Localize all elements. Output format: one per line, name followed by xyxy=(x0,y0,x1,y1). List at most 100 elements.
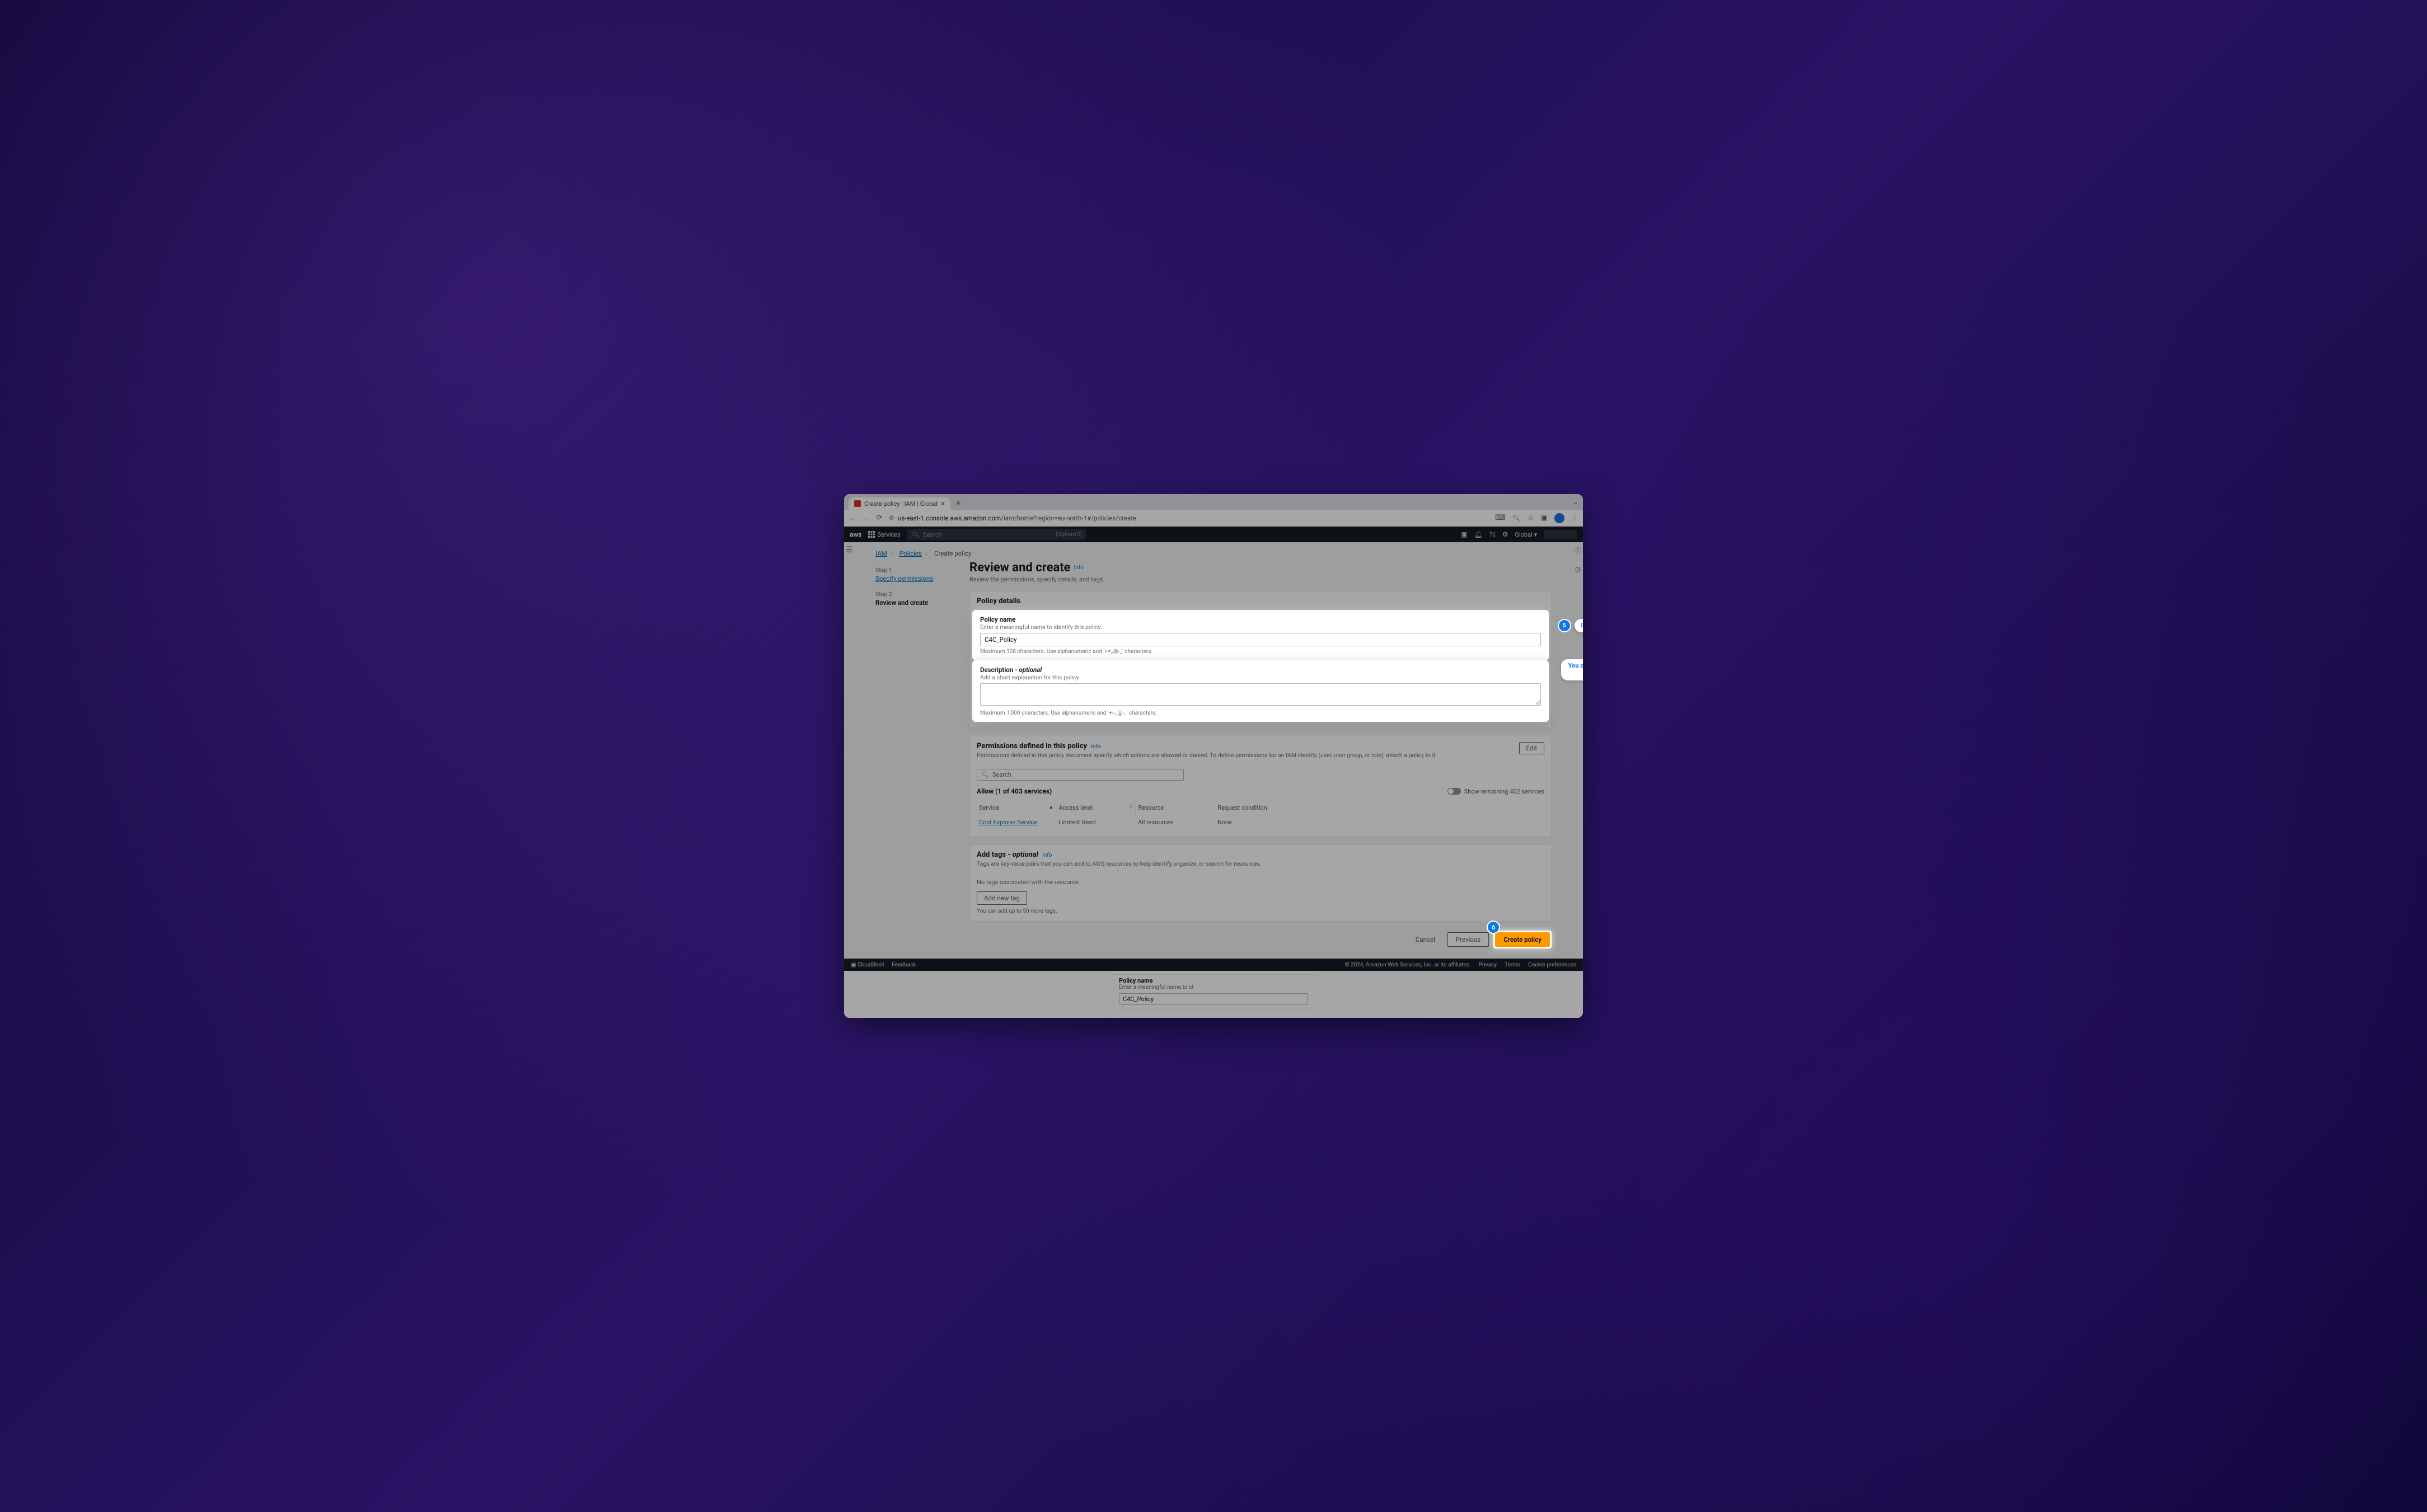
search-shortcut: [Option+S] xyxy=(1056,532,1082,538)
aws-top-nav: aws Services 🔍︎ Search [Option+S] ▣ 🔔︎ ?… xyxy=(844,527,1583,542)
allow-count: Allow (1 of 403 services) xyxy=(977,787,1052,795)
back-icon[interactable]: ← xyxy=(849,514,856,522)
policy-description-input[interactable] xyxy=(980,683,1541,706)
permissions-panel: Edit Permissions defined in this policy … xyxy=(969,736,1552,837)
cloudshell-icon[interactable]: ▣ xyxy=(1461,530,1467,538)
policy-details-header: Policy details xyxy=(970,591,1551,611)
policy-description-label: Description - optional xyxy=(980,666,1541,674)
copyright: © 2024, Amazon Web Services, Inc. or its… xyxy=(1345,962,1471,968)
settings-icon[interactable]: ⚙ xyxy=(1502,530,1508,538)
show-remaining-toggle[interactable] xyxy=(1447,788,1461,795)
search-placeholder: Search xyxy=(923,531,942,538)
policy-name-label: Policy name xyxy=(980,616,1541,623)
url-bar[interactable]: ⚙ us-east-1.console.aws.amazon.com/iam/h… xyxy=(889,514,1489,522)
profile-avatar[interactable]: • xyxy=(1554,513,1564,523)
aws-logo[interactable]: aws xyxy=(850,530,861,538)
browser-tab[interactable]: Create policy | IAM | Global × xyxy=(849,497,950,510)
close-tab-icon[interactable]: × xyxy=(941,500,945,508)
policy-name-group: Policy name Enter a meaningful name to i… xyxy=(973,611,1548,659)
permissions-search-input[interactable]: 🔍︎ Search xyxy=(977,769,1184,781)
create-policy-button[interactable]: Create policy xyxy=(1495,932,1550,947)
browser-address-bar: ← → ⟳ ⚙ us-east-1.console.aws.amazon.com… xyxy=(844,510,1583,527)
step-1-label: Step 1 xyxy=(875,566,957,574)
breadcrumb-current: Create policy xyxy=(934,550,971,557)
step-1-link[interactable]: Specify permissions xyxy=(875,575,957,583)
tags-subtext: Tags are key-value pairs that you can ad… xyxy=(977,860,1544,867)
aws-search-input[interactable]: 🔍︎ Search [Option+S] xyxy=(907,529,1086,540)
browser-tab-bar: Create policy | IAM | Global × + ⌄ xyxy=(844,494,1583,510)
info-link[interactable]: Info xyxy=(1042,852,1052,858)
sidebar-toggle-icon[interactable]: ☰ xyxy=(844,542,854,959)
info-link[interactable]: Info xyxy=(1074,565,1084,571)
resource: All resources xyxy=(1136,815,1215,830)
callout-text-description: You can add a description for the policy… xyxy=(1561,659,1583,680)
policy-description-constraint: Maximum 1,000 characters. Use alphanumer… xyxy=(980,710,1541,716)
extensions-icon[interactable]: ▣ xyxy=(1541,514,1548,522)
favicon xyxy=(854,500,861,507)
extra-name-input[interactable] xyxy=(1119,993,1308,1005)
extra-name-hint: Enter a meaningful name to id xyxy=(1119,984,1308,990)
search-icon: 🔍︎ xyxy=(981,771,989,778)
url-domain: us-east-1.console.aws.amazon.com xyxy=(898,514,1001,522)
policy-name-constraint: Maximum 128 characters. Use alphanumeric… xyxy=(980,649,1541,655)
policy-name-input[interactable] xyxy=(980,633,1541,646)
info-link[interactable]: Info xyxy=(1091,744,1100,750)
help-panel-icon[interactable]: ⓘ xyxy=(1575,546,1581,555)
sort-asc-icon: ▲ xyxy=(1049,804,1054,810)
feedback-link[interactable]: Feedback xyxy=(892,962,916,968)
edit-button[interactable]: Edit xyxy=(1519,742,1544,754)
col-resource[interactable]: Resource xyxy=(1136,801,1215,815)
tags-panel: Add tags - optional Info Tags are key-va… xyxy=(969,844,1552,922)
services-menu[interactable]: Services xyxy=(868,531,900,538)
new-tab-button[interactable]: + xyxy=(956,498,961,508)
callout-text-5: Identify a policy name for that policy. xyxy=(1575,619,1583,632)
service-link[interactable]: Cost Explorer Service xyxy=(979,819,1037,826)
account-menu[interactable] xyxy=(1544,530,1577,539)
policy-name-hint: Enter a meaningful name to identify this… xyxy=(980,623,1541,631)
col-service[interactable]: Service▲ xyxy=(977,801,1056,815)
help-icon[interactable]: ?⃝ xyxy=(1489,530,1496,538)
url-path: /iam/home?region=eu-north-1#/policies/cr… xyxy=(1001,514,1136,522)
previous-button[interactable]: Previous xyxy=(1447,932,1489,947)
col-access[interactable]: Access level▽ xyxy=(1056,801,1136,815)
search-icon: 🔍︎ xyxy=(912,531,920,538)
tab-title: Create policy | IAM | Global xyxy=(864,500,938,508)
clock-icon[interactable]: ◷ xyxy=(1575,565,1581,573)
request-condition: None xyxy=(1215,815,1544,830)
cookie-link[interactable]: Cookie preferences xyxy=(1528,962,1576,968)
forward-icon[interactable]: → xyxy=(862,514,870,522)
search-icon[interactable]: 🔍︎ xyxy=(1512,514,1521,522)
extra-policy-name-preview: Policy name Enter a meaningful name to i… xyxy=(1113,974,1314,1010)
aws-footer: ▣ CloudShell Feedback © 2024, Amazon Web… xyxy=(844,959,1583,971)
wizard-steps: Step 1 Specify permissions Step 2 Review… xyxy=(875,561,957,948)
callout-badge-5: 5 xyxy=(1559,620,1570,631)
page-title: Review and create Info xyxy=(969,561,1552,575)
callout-badge-6: 6 xyxy=(1488,922,1499,933)
step-2-label: Step 2 xyxy=(875,590,957,598)
privacy-link[interactable]: Privacy xyxy=(1479,962,1497,968)
terms-link[interactable]: Terms xyxy=(1505,962,1520,968)
add-tag-button[interactable]: Add new tag xyxy=(977,891,1027,905)
site-settings-icon[interactable]: ⚙ xyxy=(889,514,894,522)
table-row: Cost Explorer Service Limited: Read All … xyxy=(977,815,1544,830)
breadcrumb-policies[interactable]: Policies xyxy=(899,550,922,557)
permissions-table: Service▲ Access level▽ Resource Request … xyxy=(977,801,1544,829)
bookmark-icon[interactable]: ☆ xyxy=(1528,514,1534,522)
col-request[interactable]: Request condition xyxy=(1215,801,1544,815)
page-subtitle: Review the permissions, specify details,… xyxy=(969,576,1552,583)
cancel-button[interactable]: Cancel xyxy=(1408,933,1443,946)
show-remaining-label: Show remaining 402 services xyxy=(1464,788,1544,795)
breadcrumb-iam[interactable]: IAM xyxy=(875,550,887,557)
chevron-right-icon: 〉 xyxy=(925,549,931,557)
window-expand-icon[interactable]: ⌄ xyxy=(1573,498,1578,506)
menu-icon[interactable]: ⋮ xyxy=(1571,514,1578,522)
permissions-header: Permissions defined in this policy xyxy=(977,742,1087,750)
translate-icon[interactable]: ⌨ xyxy=(1495,514,1506,522)
cloudshell-link[interactable]: ▣ CloudShell xyxy=(851,962,884,968)
extra-strip: Policy name Enter a meaningful name to i… xyxy=(844,971,1583,1018)
access-level: Limited: Read xyxy=(1056,815,1136,830)
breadcrumb: IAM 〉 Policies 〉 Create policy xyxy=(854,542,1573,557)
reload-icon[interactable]: ⟳ xyxy=(875,514,883,522)
notifications-icon[interactable]: 🔔︎ xyxy=(1474,530,1482,538)
region-selector[interactable]: Global ▾ xyxy=(1515,531,1537,538)
